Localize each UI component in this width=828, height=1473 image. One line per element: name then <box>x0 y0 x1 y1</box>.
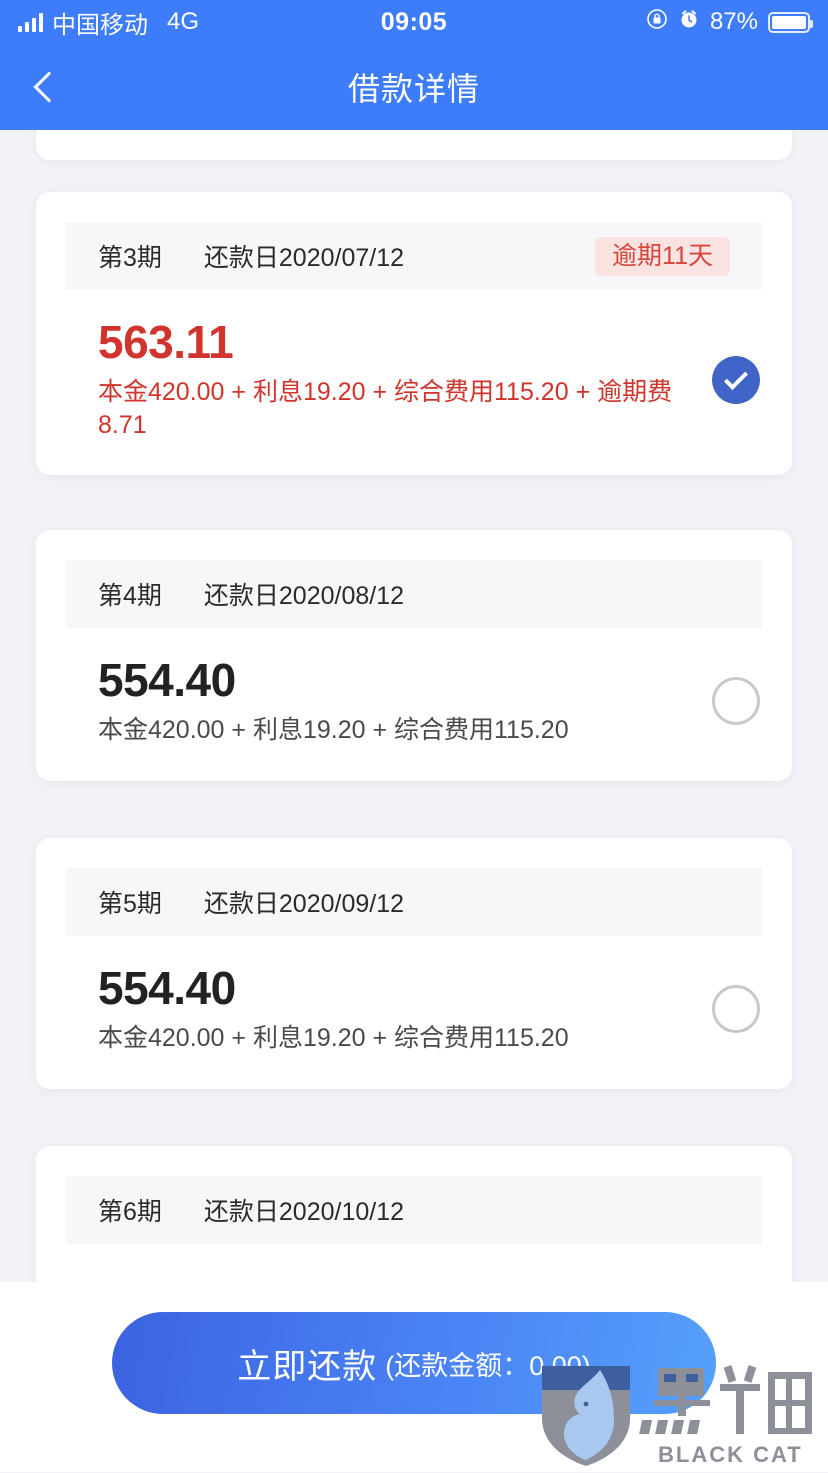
installment-breakdown: 本金420.00 + 利息19.20 + 综合费用115.20 <box>98 1024 569 1053</box>
installment-amount: 554.40 <box>98 654 236 706</box>
installment-due-date: 还款日2020/08/12 <box>203 582 405 610</box>
installment-body: 563.11 本金420.00 + 利息19.20 + 综合费用115.20 +… <box>36 290 792 475</box>
battery-percent-label: 87% <box>709 8 758 35</box>
installment-term: 第3期 <box>98 244 162 272</box>
repay-now-button[interactable]: 立即还款 (还款金额：0.00) <box>112 1312 716 1414</box>
check-icon <box>723 365 749 390</box>
installment-amount: 554.40 <box>98 962 236 1014</box>
status-bar-left: 中国移动 4G <box>18 5 199 40</box>
status-bar: 中国移动 4G 09:05 87% <box>0 0 828 44</box>
repay-now-label: 立即还款 <box>237 1347 378 1386</box>
overdue-badge: 逾期11天 <box>595 236 730 276</box>
installment-body: 554.40 本金420.00 + 利息19.20 + 综合费用115.20 <box>36 628 792 781</box>
installment-card[interactable]: 第3期 还款日2020/07/12 逾期11天 563.11 本金420.00 … <box>36 192 792 476</box>
installment-breakdown: 本金420.00 + 利息19.20 + 综合费用115.20 <box>98 716 569 745</box>
installment-term: 第6期 <box>98 1198 162 1226</box>
installment-amount-block: 554.40 本金420.00 + 利息19.20 + 综合费用115.20 <box>98 656 706 747</box>
battery-icon <box>768 11 813 33</box>
installment-header: 第6期 还款日2020/10/12 <box>66 1176 762 1244</box>
back-button[interactable] <box>0 44 90 130</box>
network-type-label: 4G <box>167 8 200 35</box>
installment-body: 554.40 本金420.00 + 利息19.20 + 综合费用115.20 <box>36 936 792 1089</box>
installment-card[interactable]: 第4期 还款日2020/08/12 554.40 本金420.00 + 利息19… <box>36 530 792 781</box>
installment-header: 第4期 还款日2020/08/12 <box>66 560 762 628</box>
installment-header: 第5期 还款日2020/09/12 <box>66 868 762 936</box>
installment-amount-block: 554.40 本金420.00 + 利息19.20 + 综合费用115.20 <box>98 964 706 1055</box>
installment-card[interactable]: 第5期 还款日2020/09/12 554.40 本金420.00 + 利息19… <box>36 838 792 1089</box>
installment-term: 第5期 <box>98 890 162 918</box>
nav-bar: 借款详情 <box>0 44 828 130</box>
installment-amount-block: 563.11 本金420.00 + 利息19.20 + 综合费用115.20 +… <box>98 318 706 441</box>
installment-card-previous-clipped[interactable] <box>36 130 792 160</box>
rotation-lock-icon <box>646 8 668 36</box>
installment-term: 第4期 <box>98 582 162 610</box>
signal-bars-icon <box>18 12 43 32</box>
installment-due-date: 还款日2020/07/12 <box>203 244 405 272</box>
status-bar-right: 87% <box>646 8 813 36</box>
select-radio[interactable] <box>712 985 760 1034</box>
select-radio[interactable] <box>712 677 760 726</box>
alarm-clock-icon <box>678 8 700 36</box>
select-radio-checked[interactable] <box>712 355 760 404</box>
installment-header: 第3期 还款日2020/07/12 逾期11天 <box>66 222 762 290</box>
installment-amount: 563.11 <box>98 316 234 368</box>
bottom-action-bar: 立即还款 (还款金额：0.00) <box>0 1282 828 1472</box>
installment-due-date: 还款日2020/10/12 <box>203 1198 405 1226</box>
installment-list[interactable]: 第3期 还款日2020/07/12 逾期11天 563.11 本金420.00 … <box>0 130 828 1472</box>
installment-breakdown: 本金420.00 + 利息19.20 + 综合费用115.20 + 逾期费8.7… <box>98 378 673 439</box>
page-title: 借款详情 <box>347 71 480 107</box>
chevron-left-icon <box>32 71 65 103</box>
repay-amount-label: (还款金额：0.00) <box>385 1350 591 1381</box>
carrier-label: 中国移动 <box>52 11 148 39</box>
installment-due-date: 还款日2020/09/12 <box>203 890 405 918</box>
